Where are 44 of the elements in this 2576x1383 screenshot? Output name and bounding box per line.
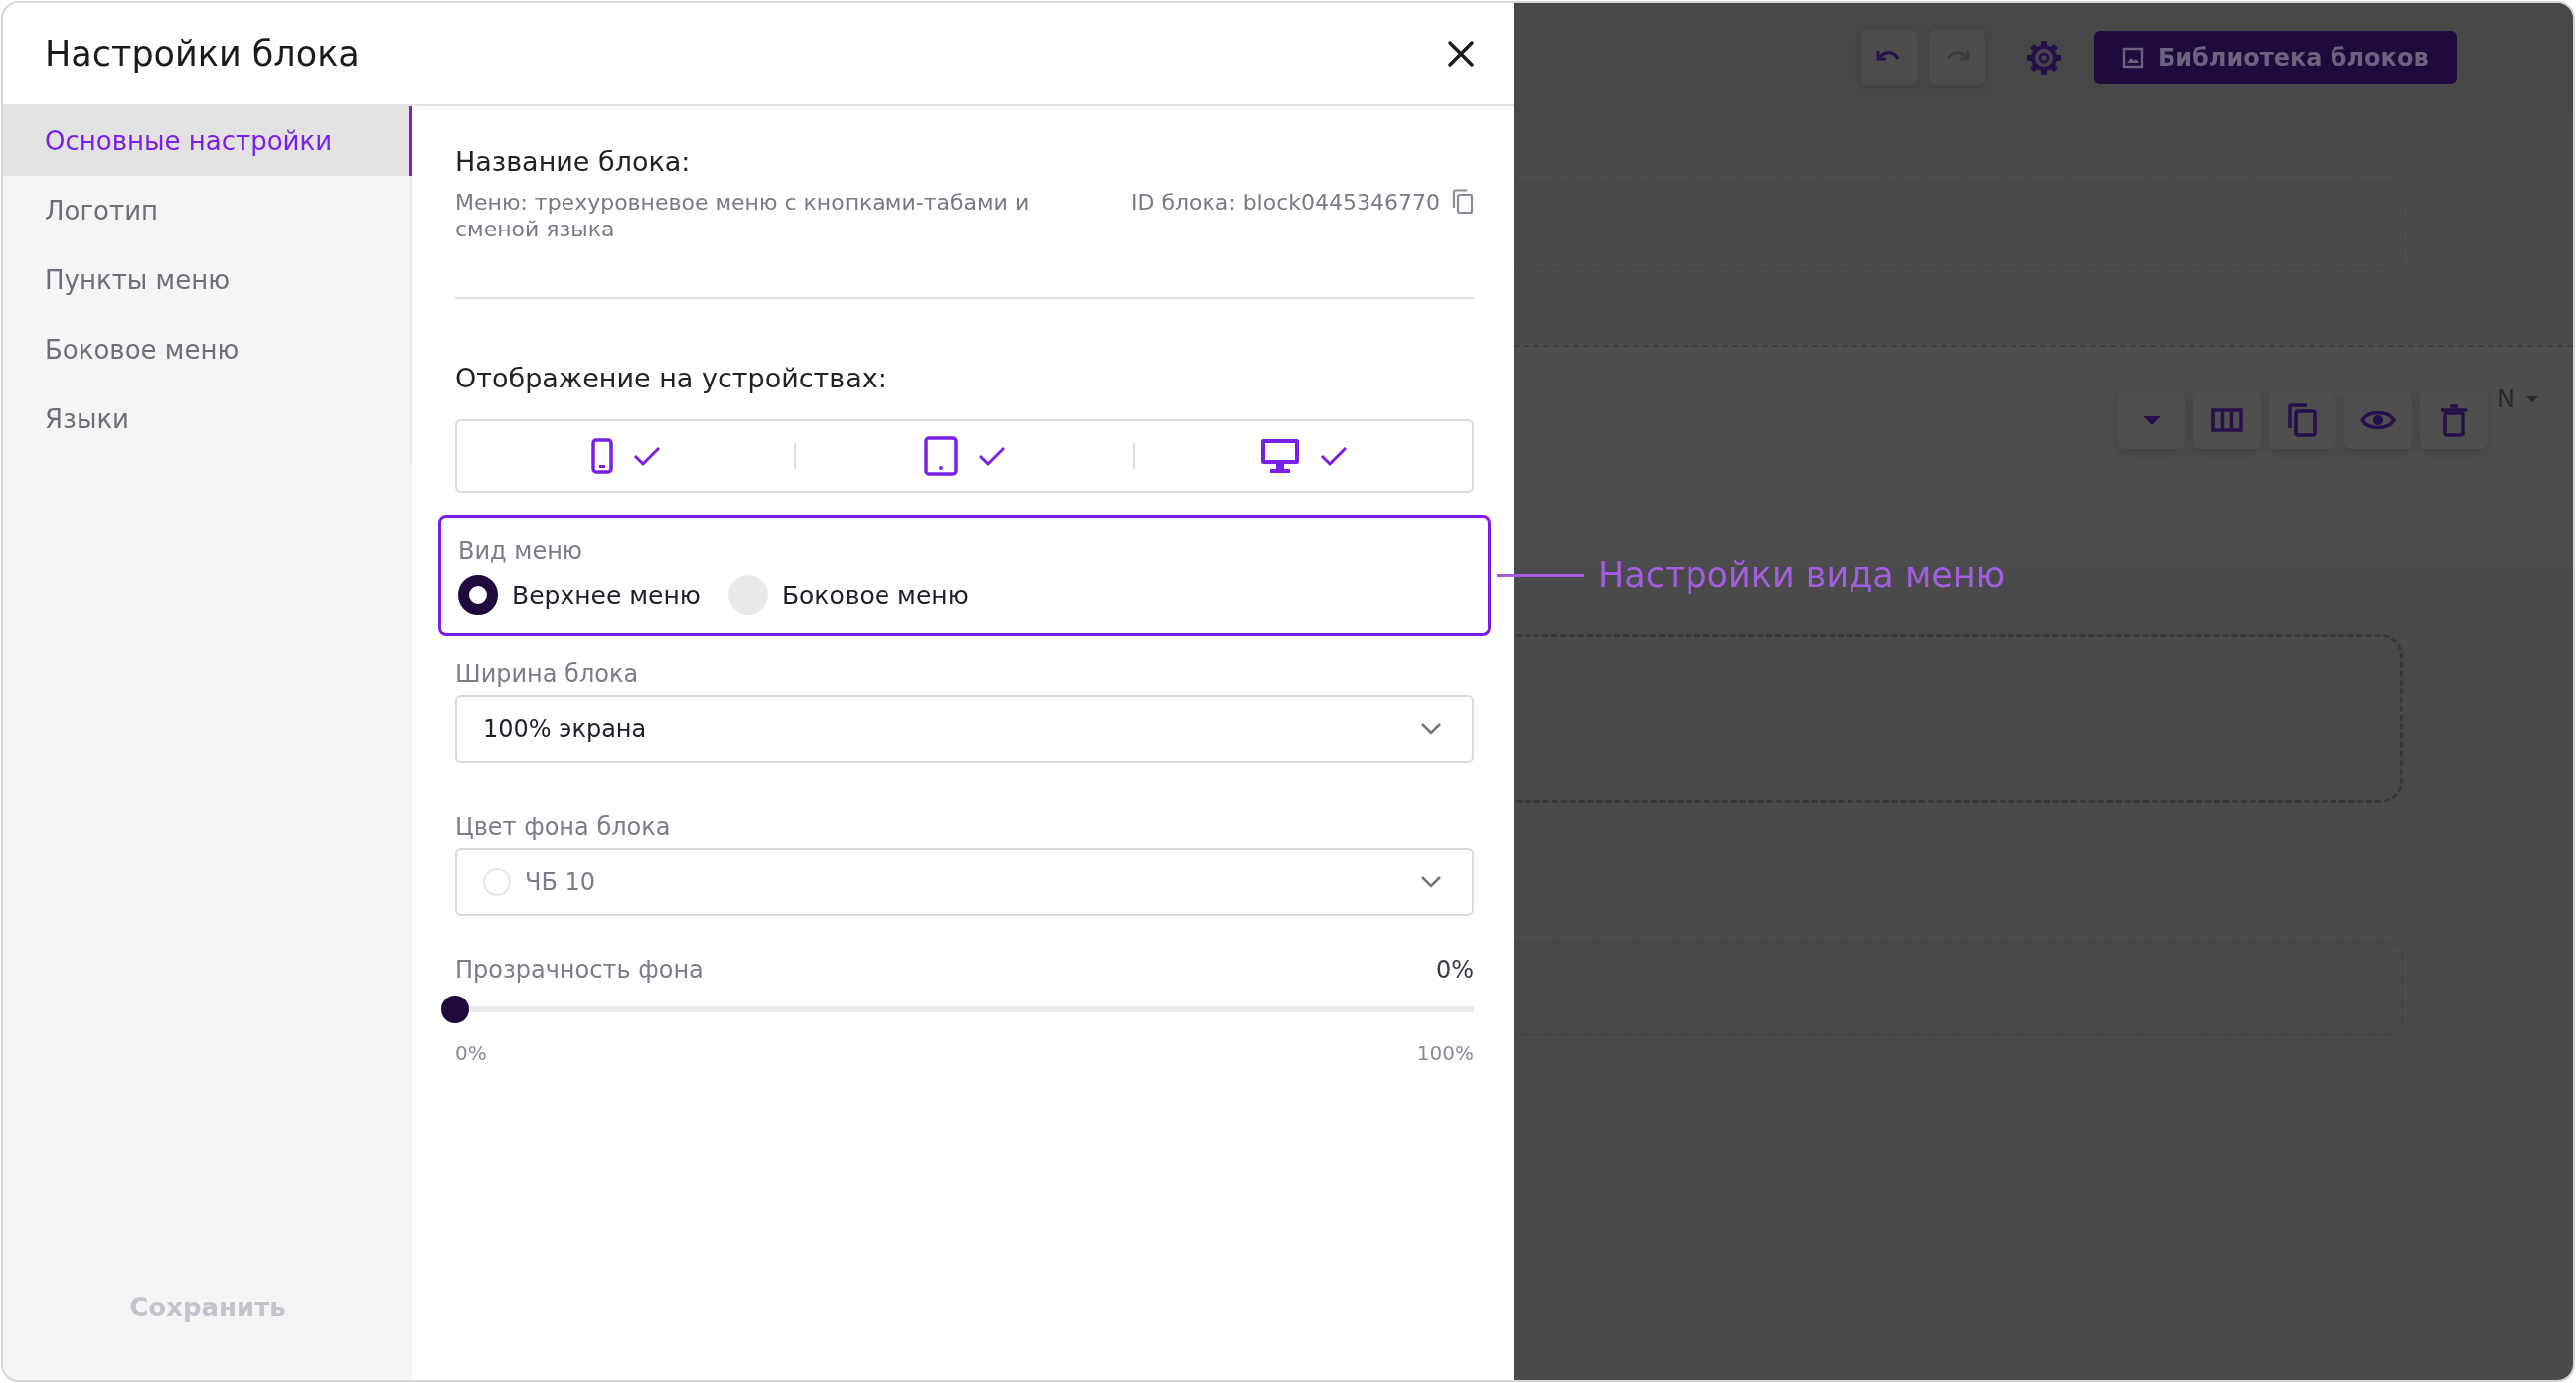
dropdown-button[interactable] bbox=[2118, 391, 2185, 449]
close-icon bbox=[1446, 39, 1476, 69]
settings-button[interactable] bbox=[2026, 40, 2062, 76]
duplicate-button[interactable] bbox=[2269, 391, 2336, 449]
slider-max-label: 100% bbox=[1416, 1041, 1474, 1065]
radio-button[interactable] bbox=[458, 575, 498, 615]
tablet-icon[interactable] bbox=[923, 436, 958, 476]
field-label: Ширина блока bbox=[455, 660, 640, 688]
dropdown[interactable]: ЧБ 10 bbox=[455, 848, 1474, 916]
slider-value: 0% bbox=[1435, 956, 1474, 984]
chevron-down-icon bbox=[1420, 875, 1442, 889]
phone-icon[interactable] bbox=[590, 438, 613, 474]
block-description: Меню: трехуровневое меню с кнопками-табами и сменой языка bbox=[455, 189, 1031, 242]
delete-button[interactable] bbox=[2420, 391, 2488, 449]
dialog-title: Настройки блока bbox=[45, 34, 360, 74]
block-library-button[interactable]: Библиотека блоков bbox=[2094, 31, 2457, 84]
copy-icon[interactable] bbox=[1452, 189, 1474, 215]
caret-down-icon bbox=[2143, 415, 2161, 425]
settings-icon bbox=[2026, 40, 2062, 76]
sidebar-item[interactable]: Логотип bbox=[3, 176, 412, 245]
slider-label: Прозрачность фона bbox=[455, 956, 704, 984]
section-heading: Отображение на устройствах: bbox=[455, 363, 887, 393]
preview-button[interactable] bbox=[2344, 391, 2412, 449]
radio-option[interactable]: Боковое меню bbox=[727, 575, 969, 615]
section-heading: Название блока: bbox=[455, 146, 692, 177]
sidebar-item[interactable]: Основные настройки bbox=[3, 106, 412, 176]
image-icon bbox=[2122, 47, 2144, 69]
sidebar-item[interactable]: Боковое меню bbox=[3, 315, 412, 384]
columns-button[interactable] bbox=[2193, 391, 2261, 449]
undo-button[interactable] bbox=[1861, 30, 1917, 85]
color-swatch bbox=[483, 868, 511, 896]
chevron-down-icon bbox=[1420, 722, 1442, 736]
sidebar-item[interactable]: Пункты меню bbox=[3, 245, 412, 315]
field-label: Вид меню bbox=[458, 538, 584, 565]
dropdown[interactable]: 100% экрана bbox=[455, 695, 1474, 763]
annotation-text: Настройки вида меню bbox=[1598, 555, 2006, 595]
sidebar-item[interactable]: Языки bbox=[3, 384, 412, 454]
radio-option[interactable]: Верхнее меню bbox=[458, 575, 701, 615]
slider-min-label: 0% bbox=[455, 1041, 487, 1065]
field-label: Цвет фона блока bbox=[455, 813, 672, 841]
monitor-icon[interactable] bbox=[1259, 438, 1300, 474]
caret-down-icon bbox=[2524, 395, 2539, 403]
slider-thumb[interactable] bbox=[441, 996, 469, 1023]
block-id: ID блока: block0445346770 bbox=[1130, 189, 1440, 216]
